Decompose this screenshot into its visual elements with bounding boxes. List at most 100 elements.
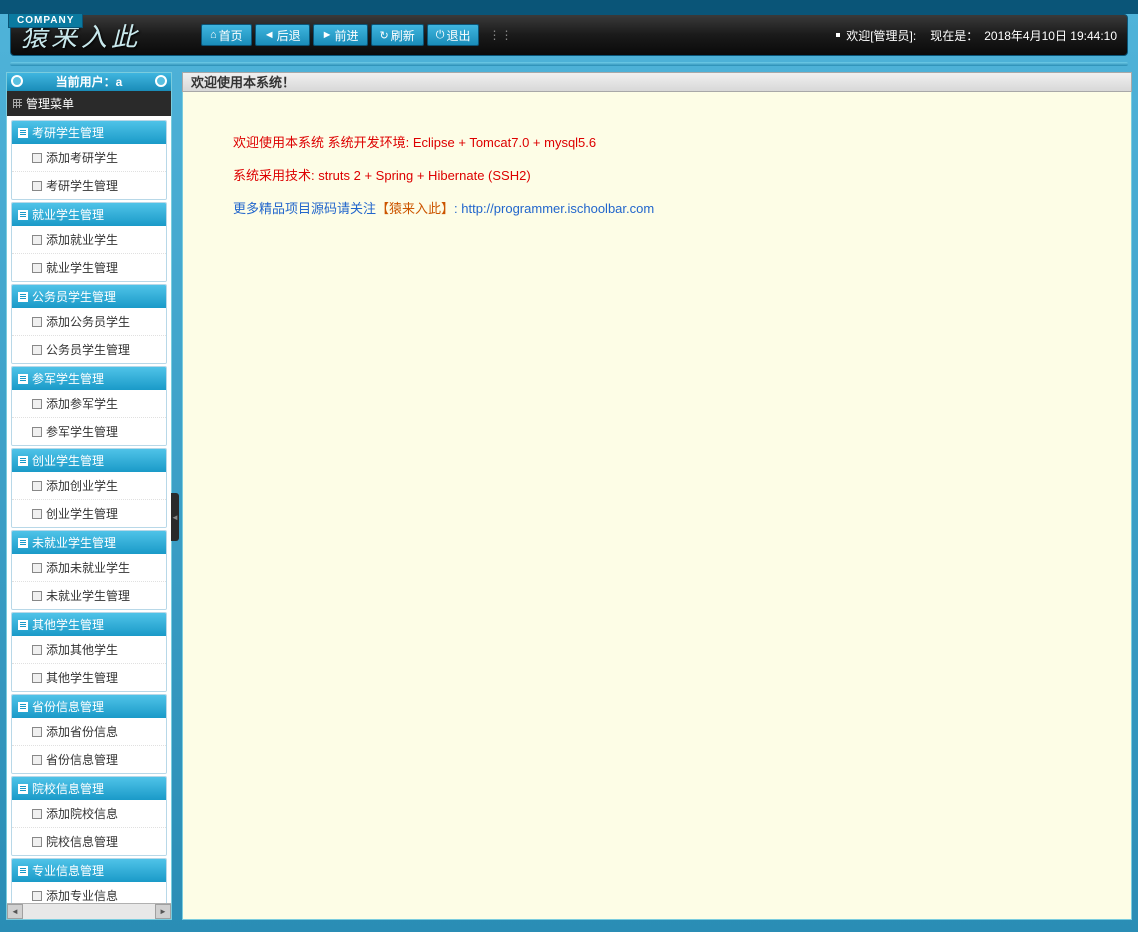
menu-item[interactable]: 添加院校信息 [12, 800, 166, 828]
menu-group-header[interactable]: 考研学生管理 [12, 121, 166, 144]
menu-item[interactable]: 添加公务员学生 [12, 308, 166, 336]
menu-item-label: 添加参军学生 [46, 395, 118, 412]
menu-group-header[interactable]: 创业学生管理 [12, 449, 166, 472]
welcome-label: 欢迎[管理员]: [846, 27, 916, 44]
app-frame: COMPANY 猿来入此 ⌂首页 ◄后退 ►前进 ↻刷新 ⏻退出 ⋮⋮ 欢迎[管… [0, 14, 1138, 932]
more-icon[interactable]: ⋮⋮ [488, 28, 512, 42]
tech-text: 系统采用技术: struts 2 + Spring + Hibernate (S… [233, 165, 1081, 184]
menu-item-label: 院校信息管理 [46, 833, 118, 850]
forward-icon: ► [322, 29, 333, 41]
menu-item[interactable]: 省份信息管理 [12, 746, 166, 773]
menu-item-label: 添加专业信息 [46, 887, 118, 903]
source-link[interactable]: http://programmer.ischoolbar.com [461, 201, 654, 216]
doc-icon [32, 837, 42, 847]
collapse-handle[interactable]: ◄ [171, 493, 179, 541]
menu-item-label: 添加省份信息 [46, 723, 118, 740]
doc-icon [32, 153, 42, 163]
menu-item[interactable]: 添加省份信息 [12, 718, 166, 746]
menu-item-label: 添加其他学生 [46, 641, 118, 658]
menu-item[interactable]: 公务员学生管理 [12, 336, 166, 363]
menu-group: 创业学生管理添加创业学生创业学生管理 [11, 448, 167, 528]
menu-group-header[interactable]: 省份信息管理 [12, 695, 166, 718]
doc-icon [32, 727, 42, 737]
menu-item[interactable]: 未就业学生管理 [12, 582, 166, 609]
forward-label: 前进 [334, 27, 358, 44]
menu-group-body: 添加考研学生考研学生管理 [12, 144, 166, 199]
menu-title-bar: 管理菜单 [7, 91, 171, 116]
menu-group: 参军学生管理添加参军学生参军学生管理 [11, 366, 167, 446]
list-icon [18, 784, 28, 794]
doc-icon [32, 181, 42, 191]
menu-group-header[interactable]: 未就业学生管理 [12, 531, 166, 554]
menu-list[interactable]: 考研学生管理添加考研学生考研学生管理就业学生管理添加就业学生就业学生管理公务员学… [7, 116, 171, 903]
menu-group-header[interactable]: 参军学生管理 [12, 367, 166, 390]
menu-group-header[interactable]: 院校信息管理 [12, 777, 166, 800]
list-icon [18, 128, 28, 138]
link-brand: 【猿来入此】 [376, 201, 454, 216]
scroll-track[interactable] [23, 904, 155, 919]
refresh-icon: ↻ [380, 29, 389, 42]
doc-icon [32, 481, 42, 491]
scroll-right-arrow-icon[interactable]: ► [155, 904, 171, 919]
power-icon: ⏻ [436, 29, 445, 42]
doc-icon [32, 345, 42, 355]
menu-group-label: 省份信息管理 [32, 698, 104, 715]
menu-item[interactable]: 添加其他学生 [12, 636, 166, 664]
menu-item[interactable]: 添加就业学生 [12, 226, 166, 254]
company-tag: COMPANY [8, 14, 83, 28]
menu-item[interactable]: 参军学生管理 [12, 418, 166, 445]
menu-group-body: 添加院校信息院校信息管理 [12, 800, 166, 855]
knob-icon [11, 75, 23, 87]
menu-item-label: 添加公务员学生 [46, 313, 130, 330]
menu-item[interactable]: 就业学生管理 [12, 254, 166, 281]
menu-title-label: 管理菜单 [26, 95, 74, 112]
menu-group-body: 添加创业学生创业学生管理 [12, 472, 166, 527]
menu-item[interactable]: 添加参军学生 [12, 390, 166, 418]
menu-group-label: 参军学生管理 [32, 370, 104, 387]
doc-icon [32, 755, 42, 765]
sidebar: 当前用户：a 管理菜单 考研学生管理添加考研学生考研学生管理就业学生管理添加就业… [6, 72, 172, 920]
menu-group-body: 添加未就业学生未就业学生管理 [12, 554, 166, 609]
menu-item-label: 添加考研学生 [46, 149, 118, 166]
menu-group-body: 添加其他学生其他学生管理 [12, 636, 166, 691]
menu-item[interactable]: 添加创业学生 [12, 472, 166, 500]
current-user-label: 当前用户：a [56, 75, 123, 89]
list-icon [18, 538, 28, 548]
menu-group-header[interactable]: 公务员学生管理 [12, 285, 166, 308]
home-button[interactable]: ⌂首页 [201, 24, 252, 46]
menu-group-label: 院校信息管理 [32, 780, 104, 797]
menu-group-header[interactable]: 其他学生管理 [12, 613, 166, 636]
refresh-button[interactable]: ↻刷新 [371, 24, 424, 46]
menu-group: 未就业学生管理添加未就业学生未就业学生管理 [11, 530, 167, 610]
bullet-icon [836, 33, 840, 37]
current-user-bar: 当前用户：a [7, 73, 171, 91]
menu-item[interactable]: 创业学生管理 [12, 500, 166, 527]
datetime-value: 2018年4月10日 19:44:10 [984, 27, 1117, 44]
list-icon [18, 866, 28, 876]
doc-icon [32, 591, 42, 601]
exit-button[interactable]: ⏻退出 [427, 24, 480, 46]
menu-item[interactable]: 添加考研学生 [12, 144, 166, 172]
h-scrollbar[interactable]: ◄ ► [7, 903, 171, 919]
menu-item[interactable]: 其他学生管理 [12, 664, 166, 691]
menu-group-header[interactable]: 就业学生管理 [12, 203, 166, 226]
menu-group-header[interactable]: 专业信息管理 [12, 859, 166, 882]
doc-icon [32, 399, 42, 409]
exit-label: 退出 [446, 27, 470, 44]
menu-item-label: 省份信息管理 [46, 751, 118, 768]
menu-item[interactable]: 添加未就业学生 [12, 554, 166, 582]
content-column: 欢迎使用本系统！ 欢迎使用本系统 系统开发环境: Eclipse + Tomca… [182, 72, 1132, 920]
back-button[interactable]: ◄后退 [255, 24, 310, 46]
list-icon [18, 456, 28, 466]
knob-icon [155, 75, 167, 87]
doc-icon [32, 263, 42, 273]
menu-item[interactable]: 添加专业信息 [12, 882, 166, 903]
menu-group-body: 添加公务员学生公务员学生管理 [12, 308, 166, 363]
now-label: 现在是： [930, 27, 978, 44]
menu-item[interactable]: 考研学生管理 [12, 172, 166, 199]
forward-button[interactable]: ►前进 [313, 24, 368, 46]
doc-icon [32, 509, 42, 519]
scroll-left-arrow-icon[interactable]: ◄ [7, 904, 23, 919]
menu-item[interactable]: 院校信息管理 [12, 828, 166, 855]
menu-item-label: 未就业学生管理 [46, 587, 130, 604]
